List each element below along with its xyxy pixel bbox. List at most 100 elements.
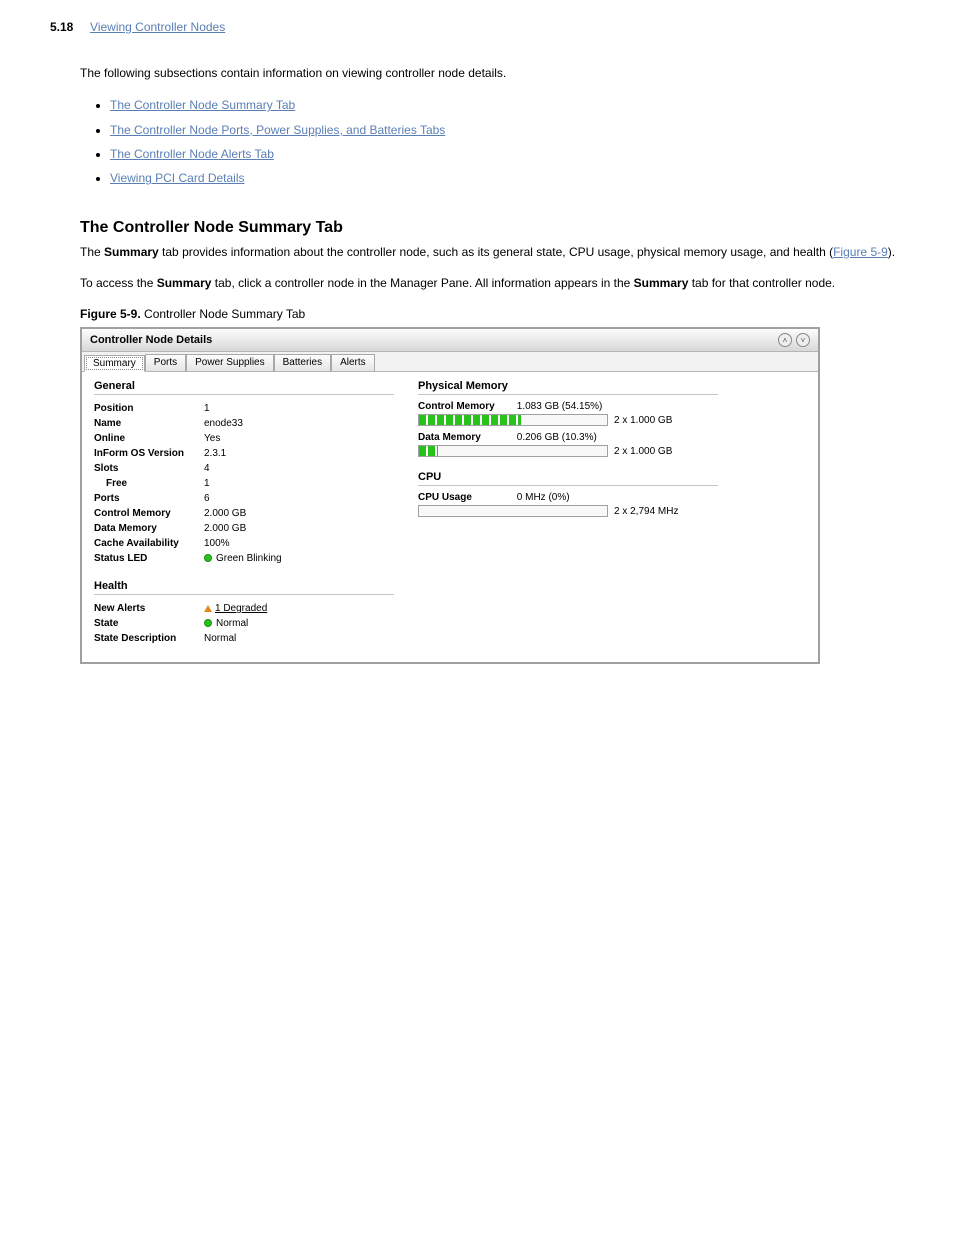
right-column: Physical Memory Control Memory 1.083 GB …	[418, 380, 718, 646]
label-cpu-usage: CPU Usage	[418, 492, 514, 503]
cpu-right: 2 x 2,794 MHz	[614, 506, 678, 517]
control-memory-right: 2 x 1.000 GB	[614, 415, 672, 426]
page-header: 5.18 Viewing Controller Nodes	[50, 20, 904, 34]
general-value-text: 4	[204, 463, 210, 474]
general-value-text: 2.000 GB	[204, 508, 246, 519]
paragraph-1: The Summary tab provides information abo…	[50, 243, 904, 262]
toc-item: Viewing PCI Card Details	[110, 168, 904, 188]
panel-body: General Position1Nameenode33OnlineYesInF…	[82, 372, 818, 662]
general-value-text: Yes	[204, 433, 220, 444]
phys-mem-heading: Physical Memory	[418, 380, 718, 395]
value-state-desc: Normal	[204, 631, 236, 646]
control-memory-row: Control Memory 1.083 GB (54.15%)	[418, 401, 718, 412]
toc-link-3[interactable]: Viewing PCI Card Details	[110, 171, 245, 185]
status-dot-icon	[204, 554, 212, 562]
general-key: Status LED	[94, 551, 204, 566]
figure-title: Controller Node Summary Tab	[144, 307, 305, 321]
general-value: Yes	[204, 431, 220, 446]
toc-bullets: The Controller Node Summary Tab The Cont…	[50, 95, 904, 189]
data-memory-right: 2 x 1.000 GB	[614, 446, 672, 457]
general-value: 4	[204, 461, 210, 476]
general-key: Position	[94, 401, 204, 416]
text-bold: Summary	[104, 245, 159, 259]
figure-label: Figure 5-9.	[80, 307, 141, 321]
control-memory-fill	[419, 415, 521, 425]
data-memory-bar-row: 2 x 1.000 GB	[418, 445, 718, 457]
label-state: State	[94, 616, 204, 631]
figure-caption: Figure 5-9. Controller Node Summary Tab	[80, 307, 904, 321]
general-row: Control Memory2.000 GB	[94, 506, 394, 521]
general-row: Nameenode33	[94, 416, 394, 431]
value-data-memory: 0.206 GB (10.3%)	[517, 432, 597, 443]
value-control-memory: 1.083 GB (54.15%)	[517, 401, 603, 412]
figure-ref-link[interactable]: Figure 5-9	[833, 245, 888, 259]
general-value-text: 1	[204, 403, 210, 414]
general-row: OnlineYes	[94, 431, 394, 446]
general-key: Data Memory	[94, 521, 204, 536]
general-row: Position1	[94, 401, 394, 416]
section-heading: The Controller Node Summary Tab	[80, 219, 904, 237]
label-state-desc: State Description	[94, 631, 204, 646]
state-text: Normal	[216, 618, 248, 629]
value-new-alerts: 1 Degraded	[204, 601, 267, 616]
cpu-bar	[418, 505, 608, 517]
health-state-desc: State Description Normal	[94, 631, 394, 646]
toc-item: The Controller Node Ports, Power Supplie…	[110, 120, 904, 140]
expand-icon[interactable]: ˅	[796, 333, 810, 347]
general-key: Free	[94, 476, 204, 491]
status-dot-icon	[204, 619, 212, 627]
cpu-bar-row: 2 x 2,794 MHz	[418, 505, 718, 517]
general-value-text: 1	[204, 478, 210, 489]
general-row: Data Memory2.000 GB	[94, 521, 394, 536]
panel-header: Controller Node Details ˄ ˅	[82, 329, 818, 352]
toc-link-0[interactable]: The Controller Node Summary Tab	[110, 98, 295, 112]
tab-power-supplies[interactable]: Power Supplies	[186, 354, 273, 371]
general-value-text: enode33	[204, 418, 243, 429]
toc-link-2[interactable]: The Controller Node Alerts Tab	[110, 147, 274, 161]
general-key: Slots	[94, 461, 204, 476]
toc-link-1[interactable]: The Controller Node Ports, Power Supplie…	[110, 123, 445, 137]
general-value: enode33	[204, 416, 243, 431]
health-new-alerts: New Alerts 1 Degraded	[94, 601, 394, 616]
tab-summary[interactable]: Summary	[84, 355, 145, 372]
general-key: Cache Availability	[94, 536, 204, 551]
data-memory-row: Data Memory 0.206 GB (10.3%)	[418, 432, 718, 443]
collapse-icon[interactable]: ˄	[778, 333, 792, 347]
page-header-link[interactable]: Viewing Controller Nodes	[90, 20, 225, 34]
general-row: Free1	[94, 476, 394, 491]
cpu-heading: CPU	[418, 471, 718, 486]
label-control-memory: Control Memory	[418, 401, 514, 412]
data-memory-bar	[418, 445, 608, 457]
value-state: Normal	[204, 616, 248, 631]
paragraph-2: To access the Summary tab, click a contr…	[50, 274, 904, 293]
general-value: 2.000 GB	[204, 506, 246, 521]
general-row: InForm OS Version2.3.1	[94, 446, 394, 461]
alerts-link[interactable]: 1 Degraded	[215, 603, 267, 614]
general-value: 1	[204, 476, 210, 491]
toc-item: The Controller Node Summary Tab	[110, 95, 904, 115]
general-value: Green Blinking	[204, 551, 282, 566]
health-heading: Health	[94, 580, 394, 595]
page-number: 5.18	[50, 20, 73, 34]
general-row: Status LEDGreen Blinking	[94, 551, 394, 566]
toc-item: The Controller Node Alerts Tab	[110, 144, 904, 164]
general-value: 1	[204, 401, 210, 416]
text-fragment: To access the	[80, 276, 157, 290]
panel-title: Controller Node Details	[90, 334, 212, 346]
text-fragment: tab, click a controller node in the Mana…	[211, 276, 633, 290]
tab-alerts[interactable]: Alerts	[331, 354, 375, 371]
control-memory-bar-row: 2 x 1.000 GB	[418, 414, 718, 426]
general-row: Slots4	[94, 461, 394, 476]
text-fragment: tab provides information about the contr…	[159, 245, 833, 259]
tab-ports[interactable]: Ports	[145, 354, 186, 371]
text-bold: Summary	[157, 276, 212, 290]
label-new-alerts: New Alerts	[94, 601, 204, 616]
data-memory-fill	[419, 446, 438, 456]
text-bold: Summary	[634, 276, 689, 290]
general-heading: General	[94, 380, 394, 395]
general-row: Ports6	[94, 491, 394, 506]
tab-batteries[interactable]: Batteries	[274, 354, 331, 371]
general-key: Control Memory	[94, 506, 204, 521]
value-cpu-usage: 0 MHz (0%)	[517, 492, 570, 503]
text-fragment: ).	[888, 245, 895, 259]
